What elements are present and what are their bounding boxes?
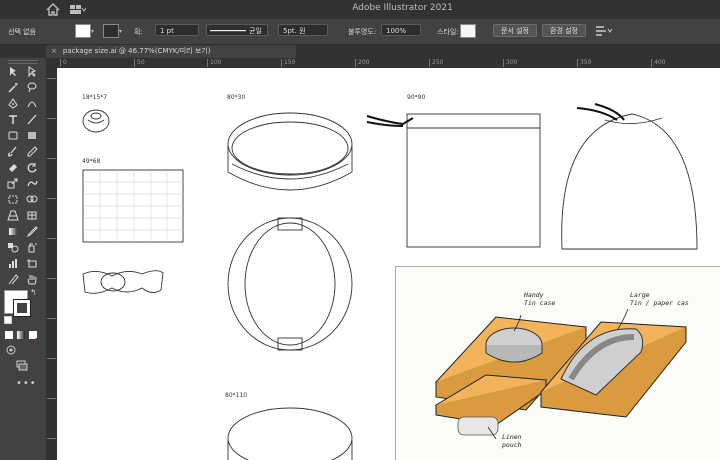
type-tool-icon[interactable] — [7, 114, 19, 125]
document-tab-title: package size.ai @ 46.77%(CMYK/미리 보기) — [62, 47, 211, 55]
close-icon[interactable]: × — [51, 47, 57, 55]
shaper-tool-icon[interactable] — [26, 130, 38, 141]
sketch-note-line: Large — [630, 291, 650, 299]
stroke-weight-field[interactable]: 1 pt — [155, 24, 199, 36]
round-tin-side — [227, 217, 353, 351]
hand-tool-icon[interactable] — [26, 274, 38, 285]
tools-panel: ↰ ••• — [0, 58, 46, 460]
stroke-swatch[interactable] — [103, 24, 119, 38]
eyedropper-tool-icon[interactable] — [26, 226, 38, 237]
curvature-tool-icon[interactable] — [26, 98, 38, 109]
lasso-tool-icon[interactable] — [26, 82, 38, 93]
fill-swatch[interactable] — [75, 24, 91, 38]
reference-sketch-image[interactable]: Handy Tin case Large Tin / paper cas Lin… — [395, 266, 720, 460]
brush-label: 5pt. 원 — [283, 27, 306, 35]
graphic-style-swatch[interactable] — [460, 24, 476, 38]
mesh-tool-icon[interactable] — [26, 210, 38, 221]
graph-tool-icon[interactable] — [7, 258, 19, 269]
sketch-note-line: Handy — [524, 291, 544, 299]
document-tab-bar: × package size.ai @ 46.77%(CMYK/미리 보기) — [0, 45, 720, 58]
eraser-tool-icon[interactable] — [7, 162, 19, 173]
direct-selection-tool-icon[interactable] — [26, 66, 38, 77]
sketch-note-large: Large Tin / paper cas — [630, 291, 689, 307]
rectangle-tool-icon[interactable] — [7, 130, 19, 141]
opacity-label: 불투명도: — [348, 28, 377, 36]
gradient-tool-icon[interactable] — [7, 226, 19, 237]
document-tab[interactable]: × package size.ai @ 46.77%(CMYK/미리 보기) — [46, 45, 296, 58]
ruler-tick: 50 — [134, 59, 145, 67]
pencil-tool-icon[interactable] — [26, 146, 38, 157]
scale-tool-icon[interactable] — [7, 178, 19, 189]
brush-dropdown[interactable]: 5pt. 원 — [278, 24, 328, 36]
default-colors-icon[interactable] — [4, 316, 12, 324]
ruler-tick: 100 — [207, 59, 221, 67]
bow-shape — [82, 270, 164, 294]
stroke-color-box[interactable] — [13, 299, 31, 317]
line-style-label: 균일 — [249, 27, 262, 35]
gradient-mode-icon[interactable] — [17, 331, 25, 339]
artboard-canvas[interactable]: 18*15*7 49*68 80*30 90*90 80*110 Handy T… — [57, 68, 720, 460]
opacity-field[interactable]: 100% — [381, 24, 421, 36]
swap-fill-stroke-icon[interactable]: ↰ — [30, 288, 37, 297]
style-label: 스타일: — [437, 28, 459, 36]
warp-tool-icon[interactable] — [26, 178, 38, 189]
drawstring-pouch — [561, 113, 698, 250]
pen-tool-icon[interactable] — [7, 98, 19, 109]
more-tools-icon[interactable]: ••• — [16, 378, 37, 389]
line-segment-tool-icon[interactable] — [26, 114, 38, 125]
draw-mode-icon[interactable] — [5, 345, 17, 356]
control-bar: 선택 없음 ▾ ▾ 획: 1 pt 균일 5pt. 원 불투명도: 100% 스… — [0, 19, 720, 45]
vertical-ruler — [46, 58, 57, 460]
panel-grip[interactable] — [8, 60, 38, 64]
screen-mode-icon[interactable] — [16, 360, 28, 371]
ruler-tick: 150 — [281, 59, 295, 67]
chevron-down-icon[interactable]: ▾ — [91, 28, 94, 35]
color-mode-icon[interactable] — [5, 331, 13, 339]
none-mode-icon[interactable] — [29, 331, 37, 339]
selection-tool-icon[interactable] — [7, 66, 19, 77]
symbol-sprayer-tool-icon[interactable] — [26, 242, 38, 253]
document-setup-button[interactable]: 문서 설정 — [493, 24, 537, 37]
sketch-note-line: Linen — [502, 433, 522, 441]
rotate-tool-icon[interactable] — [26, 162, 38, 173]
chevron-down-icon[interactable]: ▾ — [119, 28, 122, 35]
app-title: Adobe Illustrator 2021 — [352, 3, 453, 13]
ruler-tick: 200 — [355, 59, 369, 67]
round-tin-bottom — [227, 407, 353, 460]
sketch-note-line: Tin case — [524, 299, 556, 307]
sketch-note-handy: Handy Tin case — [524, 291, 555, 307]
free-transform-tool-icon[interactable] — [7, 194, 19, 205]
sketch-note-line: Tin / paper cas — [630, 299, 689, 307]
sketch-note-line: pouch — [502, 441, 522, 449]
perspective-grid-tool-icon[interactable] — [7, 210, 19, 221]
pouch-flat-outline — [406, 113, 541, 248]
ruler-tick: 0 — [60, 59, 67, 67]
title-bar: Adobe Illustrator 2021 — [0, 0, 720, 19]
align-icon[interactable] — [594, 25, 614, 37]
slice-tool-icon[interactable] — [7, 274, 19, 285]
line-style-dropdown[interactable]: 균일 — [206, 24, 268, 36]
ruler-tick: 300 — [503, 59, 517, 67]
magic-wand-tool-icon[interactable] — [7, 82, 19, 93]
ruler-tick: 400 — [651, 59, 665, 67]
sketch-note-linen: Linen pouch — [502, 433, 522, 449]
blend-tool-icon[interactable] — [7, 242, 19, 253]
horizontal-ruler: 0 50 100 150 200 250 300 350 400 — [57, 58, 720, 68]
stroke-label: 획: — [134, 28, 143, 36]
ruler-tick: 250 — [429, 59, 443, 67]
line-preview-icon — [210, 30, 246, 32]
artboard-tool-icon[interactable] — [26, 258, 38, 269]
ruler-tick: 350 — [577, 59, 591, 67]
paintbrush-tool-icon[interactable] — [7, 146, 19, 157]
selection-status: 선택 없음 — [8, 28, 36, 36]
preferences-button[interactable]: 환경 설정 — [542, 24, 586, 37]
shape-builder-tool-icon[interactable] — [26, 194, 38, 205]
